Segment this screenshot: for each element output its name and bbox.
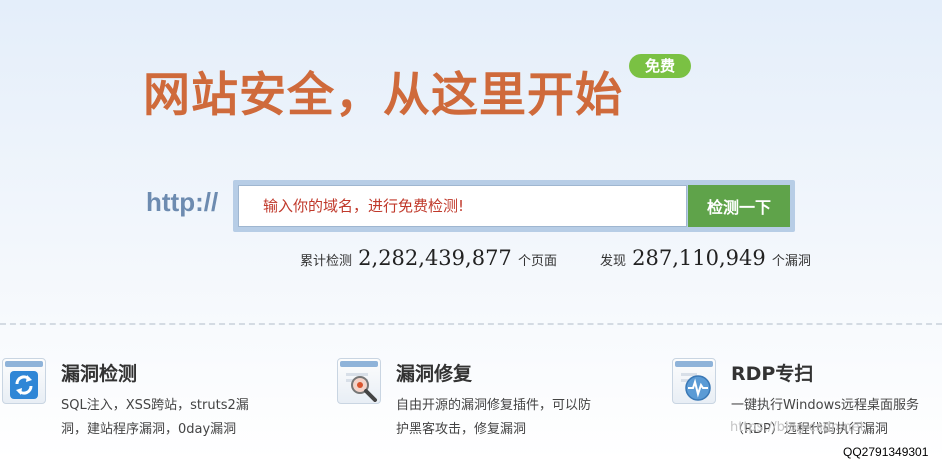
free-badge: 免费: [629, 54, 691, 78]
stat-label: 发现: [600, 254, 627, 269]
stat-unit: 个漏洞: [771, 254, 811, 269]
feature-title: RDP专扫: [731, 363, 814, 385]
feature-description: SQL注入，XSS跨站，struts2漏洞，建站程序漏洞，0day漏洞: [61, 398, 249, 437]
qq-label: QQ2791349301: [843, 445, 929, 459]
feature-description: 自由开源的漏洞修复插件，可以防护黑客攻击，修复漏洞: [396, 398, 592, 437]
section-divider: [0, 323, 942, 325]
stat-value: 2,282,439,877: [358, 246, 512, 270]
http-prefix-label: http://: [146, 187, 219, 217]
feature-title: 漏洞修复: [396, 363, 473, 385]
stat-unit: 个页面: [517, 254, 557, 269]
check-button[interactable]: 检测一下: [688, 185, 790, 227]
magnifier-icon: [337, 358, 381, 404]
feature-title: 漏洞检测: [61, 363, 138, 385]
heartbeat-icon: [672, 358, 716, 404]
stat-value: 287,110,949: [632, 246, 766, 270]
page-title: 网站安全，从这里开始: [143, 68, 623, 123]
search-box: 检测一下: [233, 180, 795, 232]
stat-vulnerabilities-found: 发现 287,110,949 个漏洞: [600, 246, 811, 270]
watermark-text: https://blog.csdn.net: [730, 420, 865, 435]
domain-input[interactable]: [238, 185, 687, 227]
stat-label: 累计检测: [300, 254, 353, 269]
stat-pages-scanned: 累计检测 2,282,439,877 个页面: [300, 246, 557, 270]
refresh-icon: [2, 358, 46, 404]
